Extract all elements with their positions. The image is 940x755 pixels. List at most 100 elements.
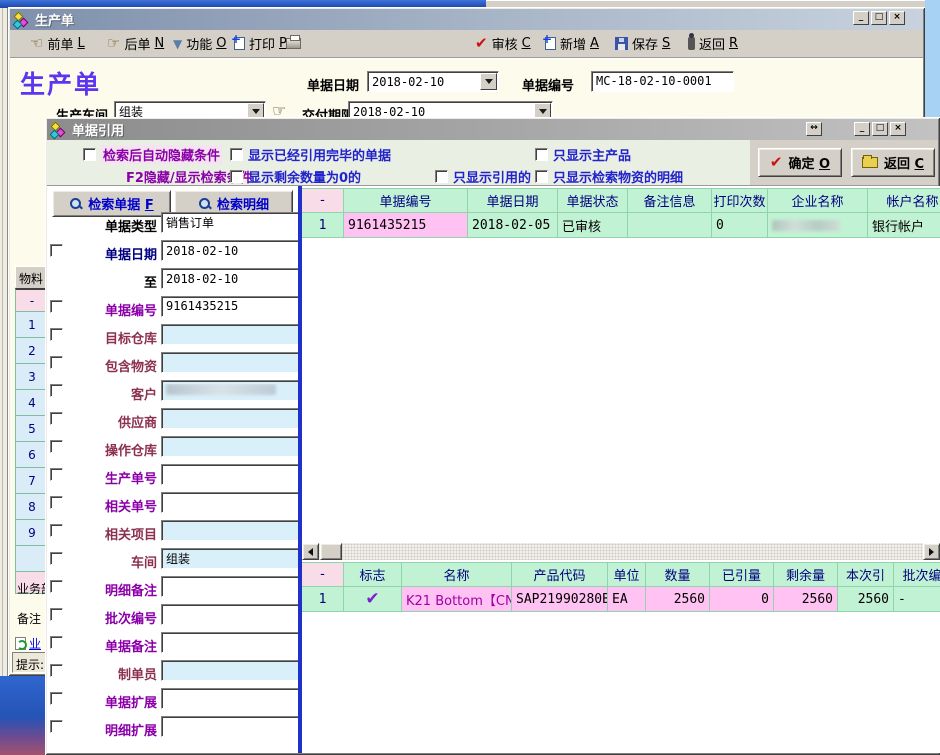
print-button[interactable]: 打印P bbox=[234, 30, 287, 57]
column-header[interactable]: 帐户名称 bbox=[868, 188, 940, 213]
field-combo[interactable] bbox=[161, 352, 318, 373]
horizontal-scrollbar[interactable] bbox=[302, 543, 940, 560]
dialog-titlebar[interactable]: 单据引用 bbox=[47, 119, 938, 140]
prev-doc-button[interactable]: ☜ 前单L bbox=[30, 30, 85, 57]
column-header[interactable]: 打印次数 bbox=[712, 188, 768, 213]
minimize-button[interactable]: _ bbox=[853, 11, 869, 25]
print-page-icon bbox=[234, 37, 245, 50]
filter-only-main-product[interactable]: 只显示主产品 bbox=[535, 145, 631, 164]
next-doc-button[interactable]: ☞ 后单N bbox=[107, 30, 164, 57]
field-combo[interactable] bbox=[161, 520, 318, 541]
dialog-close-button[interactable]: × bbox=[890, 122, 906, 136]
table-cell[interactable]: 0 bbox=[710, 587, 774, 612]
checkbox[interactable] bbox=[230, 170, 243, 183]
column-header[interactable]: - bbox=[302, 562, 344, 587]
save-button[interactable]: 保存S bbox=[615, 30, 670, 57]
table-cell[interactable]: 0 bbox=[712, 213, 768, 238]
field-combo[interactable] bbox=[161, 436, 318, 457]
material-row-number[interactable]: 5 bbox=[15, 416, 49, 442]
business-link[interactable]: 业 bbox=[15, 635, 41, 652]
filter-show-fully-referenced[interactable]: 显示已经引用完毕的单据 bbox=[230, 145, 391, 164]
material-tab[interactable]: 物料 bbox=[15, 266, 48, 288]
material-row-number[interactable]: 7 bbox=[15, 468, 49, 494]
main-titlebar[interactable]: 生产单 bbox=[10, 9, 923, 30]
scroll-right-button[interactable] bbox=[923, 543, 940, 560]
material-row-number[interactable]: 4 bbox=[15, 390, 49, 416]
material-row-number[interactable]: 9 bbox=[15, 520, 49, 546]
table-cell[interactable] bbox=[628, 213, 712, 238]
column-header[interactable]: 剩余量 bbox=[774, 562, 838, 587]
audit-button[interactable]: ✔ 审核C bbox=[475, 30, 531, 57]
functions-button[interactable]: ▼ 功能O bbox=[173, 30, 226, 57]
column-header[interactable]: 已引量 bbox=[710, 562, 774, 587]
column-header[interactable]: 数量 bbox=[646, 562, 710, 587]
table-cell[interactable]: 2560 bbox=[646, 587, 710, 612]
confirm-button[interactable]: ✔ 确定 O bbox=[758, 148, 842, 177]
maximize-button[interactable]: □ bbox=[871, 11, 887, 25]
printer-quick-button[interactable] bbox=[286, 30, 301, 57]
checkbox[interactable] bbox=[535, 170, 548, 183]
note-label: 备注 bbox=[17, 610, 41, 627]
column-header[interactable]: 批次编号 bbox=[894, 562, 940, 587]
material-row-number[interactable]: 6 bbox=[15, 442, 49, 468]
checkbox[interactable] bbox=[83, 148, 96, 161]
checkbox[interactable] bbox=[535, 148, 548, 161]
table-cell[interactable]: ✔ bbox=[344, 587, 402, 612]
filter-only-searched-material[interactable]: 只显示检索物资的明细 bbox=[535, 167, 683, 186]
dialog-minimize-button[interactable]: _ bbox=[854, 122, 870, 136]
table-cell[interactable]: 银行帐户 bbox=[868, 213, 940, 238]
doc-no-label: 单据编号 bbox=[522, 75, 574, 94]
field-label: 批次编号 bbox=[45, 608, 157, 627]
column-header[interactable]: 单据状态 bbox=[558, 188, 628, 213]
table-cell[interactable]: EA bbox=[608, 587, 646, 612]
table-cell[interactable]: 1 bbox=[302, 213, 344, 238]
table-cell[interactable]: 2560 bbox=[774, 587, 838, 612]
return-button[interactable]: 返回R bbox=[688, 30, 738, 57]
dialog-maximize-button[interactable]: □ bbox=[872, 122, 888, 136]
table-cell[interactable]: 2018-02-05 bbox=[468, 213, 558, 238]
scroll-left-button[interactable] bbox=[302, 543, 319, 560]
checkbox[interactable] bbox=[230, 148, 243, 161]
scrollbar-thumb[interactable] bbox=[320, 543, 342, 560]
checkbox[interactable] bbox=[435, 170, 448, 183]
column-header[interactable]: 备注信息 bbox=[628, 188, 712, 213]
column-header[interactable]: 标志 bbox=[344, 562, 402, 587]
table-cell[interactable] bbox=[768, 213, 868, 238]
filter-only-referenced[interactable]: 只显示引用的 bbox=[435, 167, 531, 186]
table-row[interactable]: 191614352152018-02-05已审核 0 银行帐户 bbox=[302, 213, 940, 238]
column-header[interactable]: 产品代码 bbox=[512, 562, 608, 587]
field-combo[interactable] bbox=[161, 380, 318, 401]
material-row-number[interactable]: 8 bbox=[15, 494, 49, 520]
column-header[interactable]: 单据日期 bbox=[468, 188, 558, 213]
cancel-button[interactable]: 返回 C bbox=[851, 148, 935, 177]
column-header[interactable]: 企业名称 bbox=[768, 188, 868, 213]
field-combo[interactable] bbox=[161, 324, 318, 345]
table-cell[interactable]: - bbox=[894, 587, 940, 612]
dropdown-icon[interactable] bbox=[480, 73, 497, 90]
table-row[interactable]: 1✔K21 Bottom【CNC】SAP21990280BEA256002560… bbox=[302, 587, 940, 612]
table-cell[interactable]: SAP21990280B bbox=[512, 587, 608, 612]
column-header[interactable]: 单据编号 bbox=[344, 188, 468, 213]
table-cell[interactable]: 9161435215 bbox=[344, 213, 468, 238]
column-header[interactable]: - bbox=[302, 188, 344, 213]
table-cell[interactable]: 已审核 bbox=[558, 213, 628, 238]
dialog-resize-button[interactable]: ↔ bbox=[806, 122, 822, 136]
field-combo[interactable]: 组装 bbox=[161, 548, 318, 569]
column-header[interactable]: 名称 bbox=[402, 562, 512, 587]
field-combo[interactable] bbox=[161, 408, 318, 429]
table-cell[interactable]: K21 Bottom【CNC】 bbox=[402, 587, 512, 612]
close-button[interactable]: × bbox=[889, 11, 905, 25]
doc-no-input[interactable]: MC-18-02-10-0001 bbox=[591, 71, 734, 92]
add-new-button[interactable]: 新增A bbox=[545, 30, 599, 57]
filter-auto-hide[interactable]: 检索后自动隐藏条件 bbox=[83, 145, 222, 164]
material-row-number[interactable]: 3 bbox=[15, 364, 49, 390]
material-row-number[interactable]: 2 bbox=[15, 338, 49, 364]
column-header[interactable]: 单位 bbox=[608, 562, 646, 587]
column-header[interactable]: 本次引 bbox=[838, 562, 894, 587]
field-combo[interactable] bbox=[161, 660, 318, 681]
table-cell[interactable]: 2560 bbox=[838, 587, 894, 612]
filter-show-zero-remaining[interactable]: 显示剩余数量为0的 bbox=[230, 167, 361, 186]
material-row-number[interactable]: 1 bbox=[15, 312, 49, 338]
table-cell[interactable]: 1 bbox=[302, 587, 344, 612]
doc-date-combo[interactable]: 2018-02-10 bbox=[367, 71, 499, 92]
